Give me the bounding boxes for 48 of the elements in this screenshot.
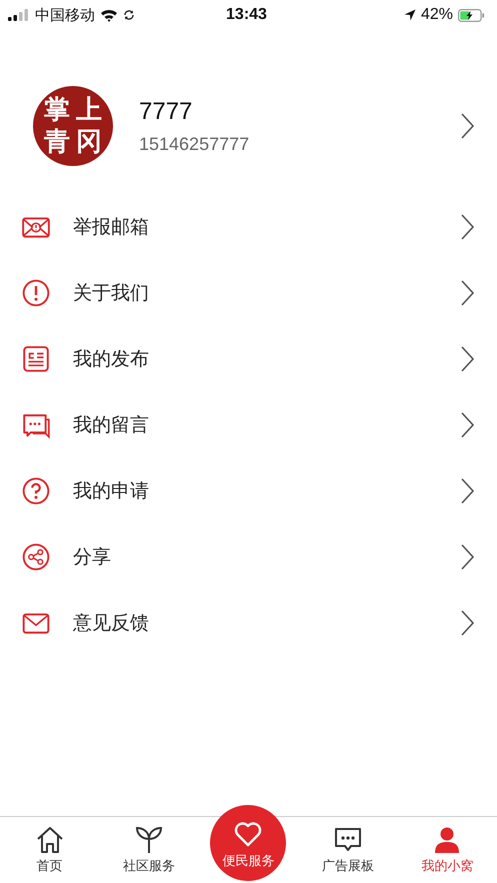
sync-icon — [123, 9, 135, 21]
question-icon — [21, 476, 51, 506]
battery-percent: 42% — [420, 6, 453, 24]
share-icon — [21, 542, 51, 572]
logo-character: 上 — [76, 97, 102, 123]
menu-item[interactable]: 我的发布 — [0, 326, 497, 392]
menu-item[interactable]: 举报邮箱 — [0, 194, 497, 260]
menu-label: 意见反馈 — [73, 611, 150, 636]
carrier-name: 中国移动 — [35, 6, 95, 24]
chevron-icon — [460, 543, 475, 571]
chevron-icon — [460, 345, 475, 373]
phone-number: 15146257777 — [139, 134, 250, 154]
sprout-icon — [134, 825, 164, 855]
tab-item[interactable]: 社区服务 — [99, 817, 199, 875]
chevron-icon — [460, 112, 475, 140]
tab-item[interactable]: 首页 — [0, 817, 100, 875]
menu-item[interactable]: 意见反馈 — [0, 590, 497, 656]
location-icon — [404, 9, 416, 21]
tab-item[interactable]: 我的小窝 — [398, 817, 497, 875]
battery-icon — [458, 8, 485, 22]
wifi-icon — [100, 8, 118, 22]
home-icon — [34, 825, 65, 855]
menu-item[interactable]: 我的留言 — [0, 392, 497, 458]
user-name: 7777 — [139, 98, 194, 126]
menu-label: 分享 — [73, 545, 112, 570]
logo-character: 青 — [44, 129, 70, 155]
chevron-icon — [460, 213, 475, 241]
menu-item[interactable]: 我的申请 — [0, 458, 497, 524]
menu-label: 我的留言 — [73, 413, 150, 438]
chevron-icon — [460, 411, 475, 439]
chevron-icon — [460, 477, 475, 505]
menu-item[interactable]: 关于我们 — [0, 260, 497, 326]
menu-label: 举报邮箱 — [73, 215, 150, 240]
menu-label: 关于我们 — [73, 281, 150, 306]
menu-label: 我的发布 — [73, 347, 150, 372]
clock-time: 13:43 — [226, 6, 267, 24]
chevron-icon — [460, 279, 475, 307]
logo-character: 掌 — [44, 97, 70, 123]
logo-character: 冈 — [76, 129, 102, 155]
tab-item[interactable]: 广告展板 — [298, 817, 398, 875]
document-icon — [21, 344, 51, 374]
tab-item[interactable]: 便民服务 — [210, 805, 286, 881]
info-icon — [21, 278, 51, 308]
menu-item[interactable]: 分享 — [0, 524, 497, 590]
menu-label: 我的申请 — [73, 479, 150, 504]
profile-row[interactable]: 掌 上 青 冈 7777 15146257777 — [0, 84, 497, 168]
chevron-icon — [460, 609, 475, 637]
signal-icon — [8, 9, 30, 21]
